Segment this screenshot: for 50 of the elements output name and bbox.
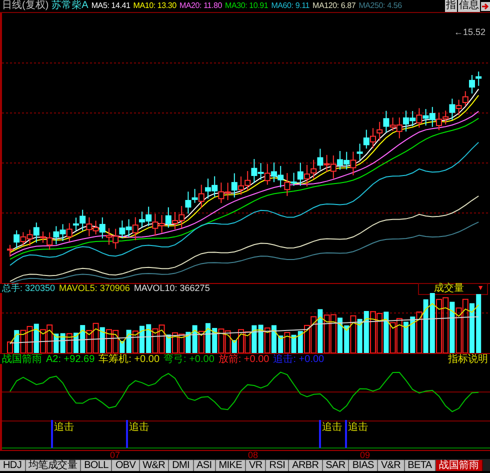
ma-value: MA10: 13.30 (133, 0, 176, 12)
indicator-tab[interactable]: ASI (194, 460, 216, 471)
indicator-tab[interactable]: W&R (140, 460, 170, 471)
signal-line (51, 420, 53, 448)
toolbar-button[interactable]: 信息 (458, 0, 480, 12)
ma-value: MA30: 10.91 (225, 0, 268, 12)
indicator-value: 车筹机: +0.00 (98, 354, 160, 364)
date-axis-label: 07 (110, 451, 120, 460)
period-label: 日线(复权) (2, 0, 49, 12)
indicator-tab[interactable]: BOLL (81, 460, 112, 471)
toolbar-button[interactable]: 指 (445, 0, 457, 12)
exit-icon[interactable] (481, 2, 490, 10)
signal-label: 追击 (348, 422, 368, 433)
indicator-tab[interactable]: 均笔成交量 (26, 460, 82, 471)
ma-value: MA250: 4.56 (358, 0, 402, 12)
ma-value: MA5: 14.41 (91, 0, 130, 12)
date-axis-label: 08 (248, 451, 258, 460)
indicator-tab[interactable]: BIAS (349, 460, 378, 471)
stock-name: 苏常柴A (52, 0, 88, 12)
indicator-tab[interactable]: ARBR (289, 460, 323, 471)
ma-value: MA60: 9.11 (271, 0, 310, 12)
indicator-value: 放箭: +0.00 (218, 354, 270, 364)
ma-value: MA20: 11.80 (179, 0, 222, 12)
volume-value: MAVOL5: 370906 (59, 283, 130, 294)
indicator-tab[interactable]: VR (246, 460, 266, 471)
indicator-tab[interactable]: BETA (404, 460, 436, 471)
signal-label: 追击 (129, 422, 149, 433)
indicator-tab[interactable]: DMI (169, 460, 194, 471)
indicator-tab[interactable]: RSI (266, 460, 290, 471)
indicator-tab[interactable]: 战国箭雨 (436, 460, 483, 471)
ma-value: MA120: 6.87 (312, 0, 356, 12)
signal-label: 追击 (322, 422, 342, 433)
indicator-help-button[interactable]: 指标说明 (448, 354, 488, 364)
signal-line (319, 420, 321, 448)
signal-label: 追击 (54, 422, 74, 433)
high-price-label: ←15.52 (454, 27, 486, 38)
volume-value: MAVOL10: 366275 (134, 283, 210, 294)
indicator-tab[interactable]: HDJ (0, 460, 26, 471)
indicator-name: 战国箭雨 (2, 354, 42, 364)
indicator-tab[interactable]: V&R (378, 460, 405, 471)
volume-value: 总手: 320350 (2, 283, 56, 294)
indicator-tab[interactable]: MIKE (216, 460, 246, 471)
signal-line (345, 420, 347, 448)
date-axis-label: 09 (360, 451, 370, 460)
indicator-tab[interactable]: OBV (112, 460, 140, 471)
signal-line (126, 420, 128, 448)
indicator-value: A2: +92.69 (46, 354, 95, 364)
indicator-value: 弯弓: +0.00 (164, 354, 214, 364)
indicator-value: 追击: +0.00 (273, 354, 324, 364)
indicator-tab[interactable]: SAR (322, 460, 350, 471)
